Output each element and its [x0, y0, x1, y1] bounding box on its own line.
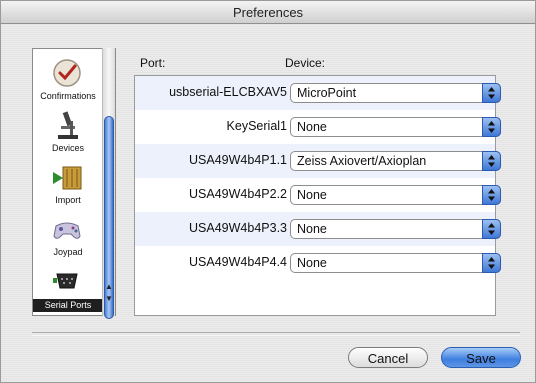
- popup-arrows-icon[interactable]: [482, 185, 501, 205]
- serial-ports-panel: Port: Device: usbserial-ELCBXAV5 MicroPo…: [130, 48, 504, 316]
- device-popup[interactable]: MicroPoint: [290, 83, 501, 103]
- device-popup[interactable]: Zeiss Axiovert/Axioplan: [290, 151, 501, 171]
- device-value: None: [297, 120, 327, 134]
- port-name: USA49W4b4P1.1: [189, 153, 287, 167]
- device-popup[interactable]: None: [290, 219, 501, 239]
- divider: [32, 332, 520, 336]
- port-device-table: usbserial-ELCBXAV5 MicroPoint KeySerial1…: [134, 75, 501, 316]
- sidebar-item-confirmations[interactable]: Confirmations: [33, 57, 103, 107]
- microscope-icon: [58, 111, 78, 139]
- window-title: Preferences: [232, 5, 304, 20]
- popup-arrows-icon[interactable]: [482, 253, 501, 273]
- sidebar-item-label: Devices: [51, 143, 84, 153]
- scroll-up-arrow-icon[interactable]: ▲: [104, 282, 114, 292]
- port-name: USA49W4b4P4.4: [189, 255, 287, 269]
- sidebar-item-import[interactable]: Import: [33, 161, 103, 211]
- popup-arrows-icon[interactable]: [482, 117, 501, 137]
- popup-arrows-icon[interactable]: [482, 151, 501, 171]
- sidebar-item-devices[interactable]: Devices: [33, 109, 103, 159]
- device-value: Zeiss Axiovert/Axioplan: [297, 154, 427, 168]
- popup-arrows-icon[interactable]: [482, 219, 501, 239]
- sidebar-item-joypad[interactable]: Joypad: [33, 213, 103, 263]
- port-name: usbserial-ELCBXAV5: [169, 85, 287, 99]
- device-popup[interactable]: None: [290, 185, 501, 205]
- port-name: USA49W4b4P3.3: [189, 221, 287, 235]
- import-files-icon: [53, 166, 82, 190]
- device-value: None: [297, 256, 327, 270]
- device-popup[interactable]: None: [290, 117, 501, 137]
- port-name: KeySerial1: [226, 119, 287, 133]
- device-value: None: [297, 188, 327, 202]
- sidebar-item-label: Joypad: [53, 247, 83, 257]
- table-row: usbserial-ELCBXAV5 MicroPoint: [135, 76, 501, 110]
- sidebar-item-serial-ports[interactable]: Serial Ports: [33, 265, 103, 313]
- table-row: USA49W4b4P4.4 None: [135, 246, 501, 280]
- sidebar-item-label: Serial Ports: [33, 299, 103, 312]
- title-bar[interactable]: Preferences: [1, 1, 535, 24]
- gamepad-icon: [53, 222, 81, 239]
- scroll-down-arrow-icon[interactable]: ▼: [104, 294, 114, 304]
- table-row: KeySerial1 None: [135, 110, 501, 144]
- sidebar-scrollbar[interactable]: ▲ ▼: [102, 48, 115, 319]
- cancel-button[interactable]: Cancel: [348, 347, 428, 368]
- table-row: USA49W4b4P1.1 Zeiss Axiovert/Axioplan: [135, 144, 501, 178]
- device-value: None: [297, 222, 327, 236]
- popup-arrows-icon[interactable]: [482, 83, 501, 103]
- sidebar-item-label: Confirmations: [40, 91, 96, 101]
- table-row: USA49W4b4P3.3 None: [135, 212, 501, 246]
- port-column-header: Port:: [140, 56, 166, 70]
- serial-connector-icon: [53, 273, 78, 289]
- device-value: MicroPoint: [297, 86, 357, 100]
- save-button[interactable]: Save: [441, 347, 521, 368]
- device-column-header: Device:: [285, 56, 326, 70]
- device-popup[interactable]: None: [290, 253, 501, 273]
- sidebar-item-label: Import: [55, 195, 81, 205]
- table-row: USA49W4b4P2.2 None: [135, 178, 501, 212]
- checkmark-icon: [53, 59, 81, 87]
- port-name: USA49W4b4P2.2: [189, 187, 287, 201]
- preferences-window: Preferences Confirmations Devices Import…: [0, 0, 536, 383]
